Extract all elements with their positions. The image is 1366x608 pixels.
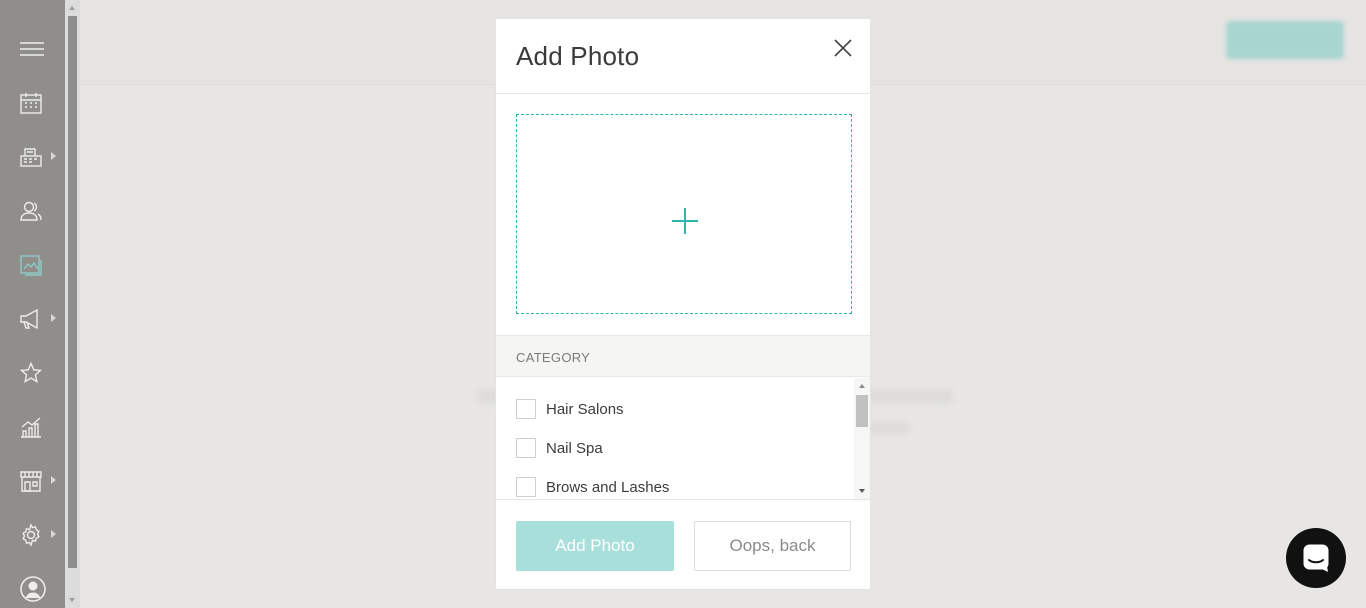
- sidebar-scrollbar[interactable]: [65, 0, 80, 608]
- sidebar-item-store[interactable]: [0, 460, 65, 500]
- photo-upload-dropzone[interactable]: [516, 114, 852, 314]
- category-heading: CATEGORY: [516, 350, 591, 365]
- blurred-header-button: [1226, 21, 1344, 59]
- plus-icon: [672, 208, 698, 234]
- scroll-up-arrow-icon[interactable]: [69, 6, 75, 10]
- submenu-caret-icon: [51, 530, 56, 538]
- chat-launcher-button[interactable]: [1286, 528, 1346, 588]
- calendar-icon: [20, 93, 42, 114]
- category-label: Hair Salons: [546, 401, 624, 418]
- oops-back-button[interactable]: Oops, back: [694, 521, 851, 571]
- category-item-hair-salons[interactable]: Hair Salons: [516, 398, 836, 420]
- checkbox[interactable]: [516, 399, 536, 419]
- profile-avatar-icon: [20, 576, 46, 602]
- scroll-up-arrow-icon[interactable]: [859, 384, 865, 388]
- store-icon: [20, 471, 42, 492]
- submenu-caret-icon: [51, 152, 56, 160]
- sidebar-item-marketing[interactable]: [0, 298, 65, 338]
- category-section-header: CATEGORY: [496, 335, 870, 377]
- category-item-nail-spa[interactable]: Nail Spa: [516, 437, 836, 459]
- modal-title: Add Photo: [516, 41, 640, 71]
- sidebar-item-reports[interactable]: [0, 406, 65, 446]
- category-label: Nail Spa: [546, 440, 603, 457]
- clients-icon: [20, 201, 42, 221]
- settings-gear-icon: [22, 523, 40, 547]
- add-photo-modal: Add Photo CATEGORY Hair Salons Nail Spa …: [495, 18, 871, 590]
- sidebar-item-calendar[interactable]: [0, 82, 65, 122]
- add-photo-button[interactable]: Add Photo: [516, 521, 674, 571]
- menu-toggle[interactable]: [0, 29, 65, 69]
- sidebar-item-register[interactable]: [0, 136, 65, 176]
- menu-icon: [20, 42, 44, 56]
- modal-header: Add Photo: [496, 19, 870, 94]
- photos-icon: [20, 255, 42, 276]
- scrollbar-thumb[interactable]: [68, 16, 77, 568]
- sidebar-item-photos[interactable]: [0, 244, 65, 284]
- close-button[interactable]: [832, 37, 854, 59]
- submenu-caret-icon: [51, 314, 56, 322]
- checkbox[interactable]: [516, 438, 536, 458]
- scroll-down-arrow-icon[interactable]: [859, 489, 865, 493]
- scrollbar-thumb[interactable]: [856, 395, 868, 427]
- reports-icon: [21, 417, 41, 438]
- scroll-down-arrow-icon[interactable]: [69, 598, 75, 602]
- checkbox[interactable]: [516, 477, 536, 497]
- reviews-star-icon: [19, 361, 43, 384]
- category-item-brows-and-lashes[interactable]: Brows and Lashes: [516, 476, 836, 498]
- submenu-caret-icon: [51, 476, 56, 484]
- register-icon: [20, 148, 42, 167]
- sidebar-item-clients[interactable]: [0, 190, 65, 230]
- close-icon: [834, 39, 852, 57]
- sidebar-item-reviews[interactable]: [0, 352, 65, 392]
- sidebar-item-settings[interactable]: [0, 514, 65, 554]
- sidebar-item-profile[interactable]: [0, 566, 65, 606]
- chat-icon: [1303, 544, 1329, 572]
- marketing-icon: [20, 308, 38, 330]
- category-label: Brows and Lashes: [546, 479, 670, 496]
- category-list: Hair Salons Nail Spa Brows and Lashes: [496, 378, 870, 499]
- category-list-scrollbar[interactable]: [854, 378, 870, 499]
- modal-footer: Add Photo Oops, back: [496, 499, 870, 589]
- sidebar: [0, 0, 65, 608]
